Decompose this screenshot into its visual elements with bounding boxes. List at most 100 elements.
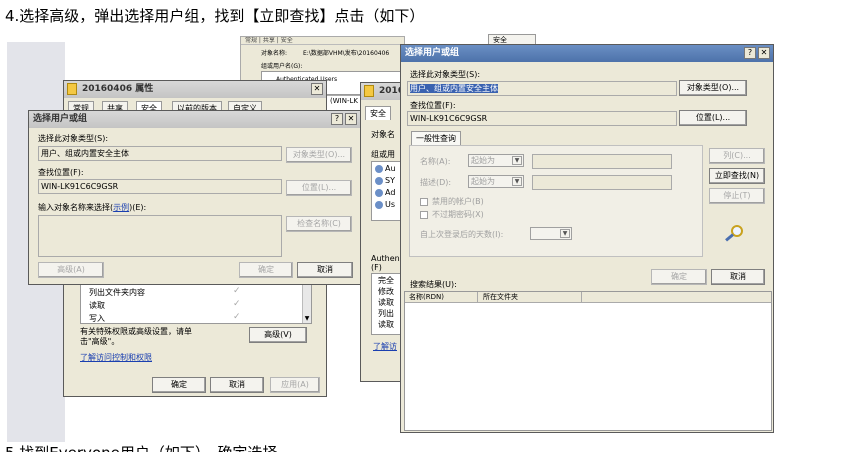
- user-group-icon: [375, 189, 383, 197]
- access-control-link[interactable]: 了解访问控制和权限: [80, 352, 152, 363]
- group-label: 组或用: [371, 150, 395, 159]
- user-group-icon: [375, 165, 383, 173]
- cancel-button[interactable]: 取消: [210, 377, 264, 393]
- user-group-icon: [375, 177, 383, 185]
- list-scrollbar[interactable]: ▼: [302, 285, 311, 323]
- select-users-dialog-small: 选择用户或组 ? ✕ 选择此对象类型(S): 用户、组或内置安全主体 对象类型(…: [28, 110, 361, 285]
- perm-item: 列出文件夹内容: [89, 288, 145, 297]
- dialog-title-bar: 选择用户或组: [29, 111, 360, 128]
- permission-list[interactable]: 列出文件夹内容 ✓ 读取 ✓ 写入 ✓ ▼: [80, 284, 312, 324]
- common-queries-panel: 名称(A): 起始为 ▼ 描述(D): 起始为 ▼ 禁用的帐户(B) 不过期密码(X…: [409, 145, 703, 257]
- enter-names-label: 输入对象名称来选择(示例)(E):: [38, 203, 147, 212]
- description-label: 描述(D):: [420, 178, 452, 187]
- check-icon: ✓: [233, 299, 241, 309]
- tab-common-queries[interactable]: 一般性查询: [411, 131, 461, 145]
- object-name-label: 对象名: [371, 130, 395, 139]
- name-condition-select[interactable]: 起始为 ▼: [468, 154, 524, 167]
- perm-item: 列出: [378, 309, 394, 318]
- tab-security[interactable]: 安全: [365, 106, 391, 120]
- location-label: 查找位置(F):: [38, 168, 84, 177]
- stop-button[interactable]: 停止(T): [709, 188, 765, 204]
- check-names-button[interactable]: 检查名称(C): [286, 216, 352, 232]
- folder-icon: [364, 85, 374, 97]
- object-types-button[interactable]: 对象类型(O)...: [679, 80, 747, 96]
- list-item: Au: [385, 164, 396, 173]
- scroll-down-icon[interactable]: ▼: [303, 315, 311, 323]
- bg-tab[interactable]: 常规: [245, 37, 257, 44]
- bg-tab[interactable]: 共享: [263, 37, 275, 44]
- user-group-icon: [375, 201, 383, 209]
- examples-link[interactable]: 示例: [113, 203, 129, 212]
- no-expire-label: 不过期密码(X): [432, 210, 484, 219]
- ok-button[interactable]: 确定: [239, 262, 293, 278]
- ok-button[interactable]: 确定: [651, 269, 707, 285]
- select-users-dialog-advanced: 选择用户或组 ? ✕ 选择此对象类型(S): 用户、组或内置安全主体 对象类型(…: [400, 44, 774, 433]
- chevron-down-icon: ▼: [512, 177, 522, 186]
- perm-item: 读取: [378, 298, 394, 307]
- chevron-down-icon: ▼: [512, 156, 522, 165]
- cancel-button[interactable]: 取消: [711, 269, 765, 285]
- description-query-input[interactable]: [532, 175, 672, 190]
- object-name-value: E:\数据部VHM\发布\20160406: [303, 50, 390, 57]
- perm-item: 读取: [378, 320, 394, 329]
- search-results-table[interactable]: 名称(RDN) 所在文件夹: [404, 291, 772, 431]
- ok-button[interactable]: 确定: [152, 377, 206, 393]
- close-icon[interactable]: ✕: [311, 83, 323, 95]
- close-icon[interactable]: ✕: [758, 47, 770, 59]
- perm-item: 读取: [89, 301, 105, 310]
- disabled-accounts-label: 禁用的帐户(B): [432, 197, 484, 206]
- special-perm-text: 有关特殊权限或高级设置，请单击"高级"。: [80, 327, 192, 346]
- location-field: WIN-LK91C6C9GSR: [407, 111, 677, 126]
- advanced-button[interactable]: 高级(A): [38, 262, 104, 278]
- object-types-button[interactable]: 对象类型(O)...: [286, 147, 352, 163]
- list-item: Ad: [385, 188, 396, 197]
- apply-button[interactable]: 应用(A): [270, 377, 320, 393]
- perm-item: 写入: [89, 314, 105, 323]
- chevron-down-icon: ▼: [560, 229, 570, 238]
- days-select[interactable]: ▼: [530, 227, 572, 240]
- help-icon[interactable]: ?: [744, 47, 756, 59]
- list-item: Us: [385, 200, 396, 209]
- name-query-input[interactable]: [532, 154, 672, 169]
- location-label: 查找位置(F):: [410, 101, 456, 110]
- no-expire-checkbox[interactable]: [420, 211, 428, 219]
- object-type-field: 用户、组或内置安全主体: [38, 146, 282, 161]
- search-results-label: 搜索结果(U):: [410, 280, 457, 289]
- locations-button[interactable]: 位置(L)...: [286, 180, 352, 196]
- perm-item: 修改: [378, 287, 394, 296]
- list-item: SY: [385, 176, 395, 185]
- description-condition-select[interactable]: 起始为 ▼: [468, 175, 524, 188]
- column-header-name[interactable]: 名称(RDN): [409, 293, 444, 302]
- days-since-login-label: 自上次登录后的天数(I):: [420, 230, 504, 239]
- perm-label: (F): [371, 263, 382, 272]
- object-name-label: 对象名称:: [261, 50, 288, 57]
- columns-button[interactable]: 列(C)...: [709, 148, 765, 164]
- help-icon[interactable]: ?: [331, 113, 343, 125]
- advanced-button[interactable]: 高级(V): [249, 327, 307, 343]
- step-heading: 4.选择高级，弹出选择用户组，找到【立即查找】点击（如下）: [5, 7, 425, 25]
- perm-item: 完全: [378, 276, 394, 285]
- properties-title-bar: 20160406 属性: [64, 81, 326, 98]
- disabled-accounts-checkbox[interactable]: [420, 198, 428, 206]
- cancel-button[interactable]: 取消: [297, 262, 353, 278]
- dialog-title-bar: 选择用户或组: [401, 45, 773, 62]
- find-now-button[interactable]: 立即查找(N): [709, 168, 765, 184]
- object-names-input[interactable]: [38, 215, 282, 257]
- object-type-label: 选择此对象类型(S):: [410, 70, 481, 79]
- machine-tag: (WIN-LK: [330, 97, 358, 105]
- step-footer-cut: 5.找到Everyone用户（如下），确定选择: [5, 443, 405, 452]
- access-link[interactable]: 了解访: [373, 341, 397, 352]
- location-field: WIN-LK91C6C9GSR: [38, 179, 282, 194]
- search-icon: [725, 225, 747, 242]
- column-header-folder[interactable]: 所在文件夹: [483, 293, 518, 302]
- close-icon[interactable]: ✕: [345, 113, 357, 125]
- bg-tab[interactable]: 安全: [281, 37, 293, 44]
- object-type-field: 用户、组或内置安全主体: [407, 81, 677, 96]
- object-type-label: 选择此对象类型(S):: [38, 134, 109, 143]
- check-icon: ✓: [233, 312, 241, 322]
- check-icon: ✓: [233, 286, 241, 296]
- locations-button[interactable]: 位置(L)...: [679, 110, 747, 126]
- name-label: 名称(A):: [420, 157, 451, 166]
- object-type-selected: 用户、组或内置安全主体: [410, 84, 498, 93]
- folder-icon: [67, 83, 77, 95]
